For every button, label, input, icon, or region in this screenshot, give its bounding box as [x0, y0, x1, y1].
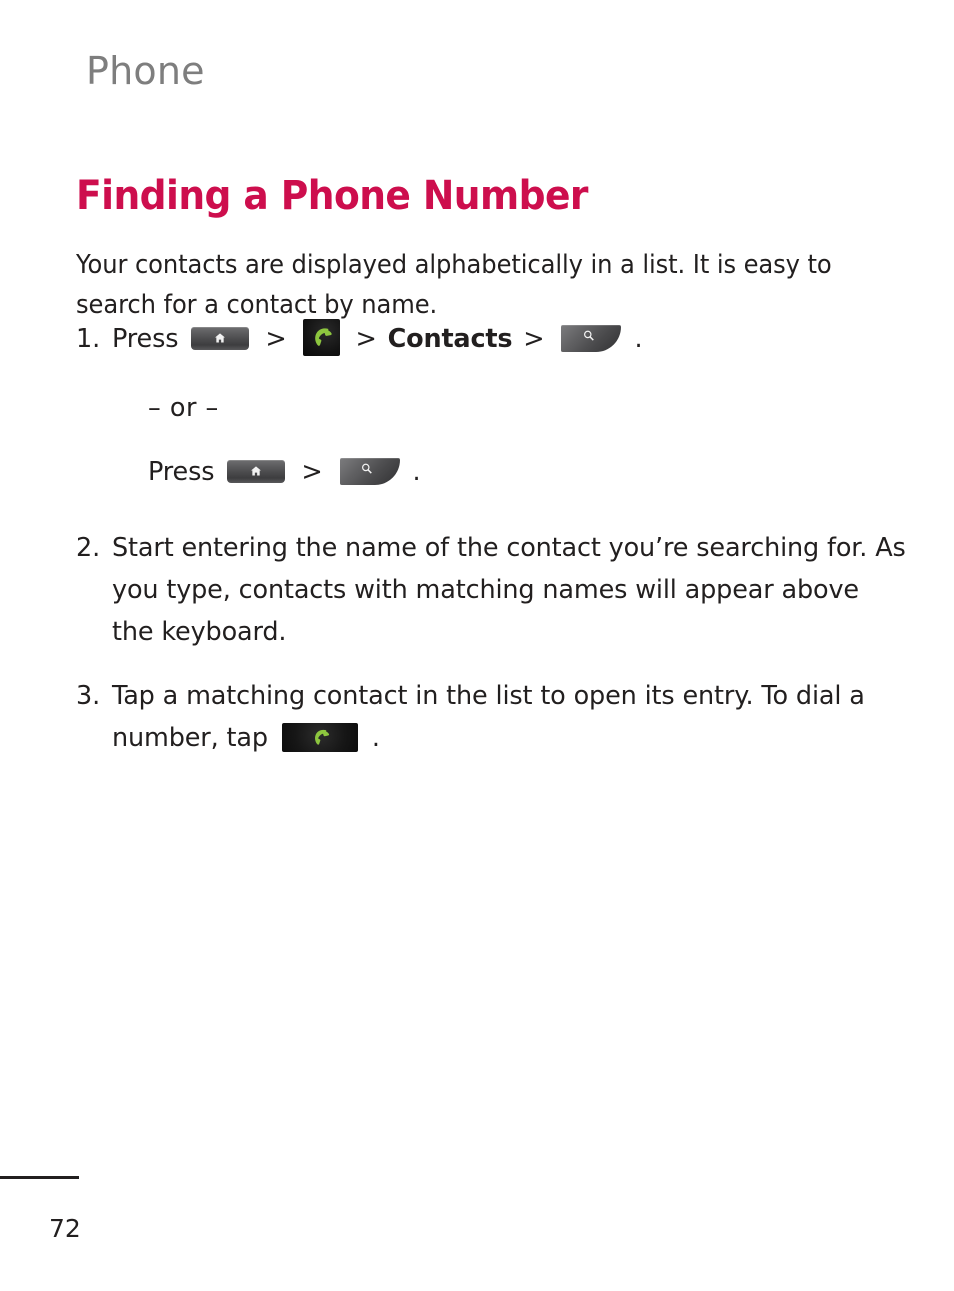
page-title: Finding a Phone Number	[76, 172, 588, 219]
step-1-separator-3: >	[523, 324, 545, 354]
search-key-icon[interactable]	[339, 457, 400, 485]
step-3-text: Tap a matching contact in the list to op…	[112, 681, 865, 753]
step-3-trailing-period: .	[371, 723, 380, 753]
magnifier-glyph-icon	[362, 464, 372, 475]
step-3-body: Tap a matching contact in the list to op…	[112, 675, 906, 759]
step-3-marker: 3.	[76, 681, 101, 711]
step-1-separator-2: >	[355, 324, 377, 354]
step-1-alternative: – or – Press > .	[112, 387, 906, 493]
step-2-marker: 2.	[76, 533, 101, 563]
step-1-marker: 1.	[76, 324, 101, 354]
home-key-icon[interactable]	[227, 459, 286, 483]
intro-paragraph: Your contacts are displayed alphabetical…	[76, 249, 832, 320]
step-1-trailing-period: .	[634, 324, 643, 354]
alternative-press-line: Press > .	[148, 451, 906, 493]
step-3: 3. Tap a matching contact in the list to…	[76, 675, 906, 759]
step-2-text: Start entering the name of the contact y…	[112, 533, 906, 647]
phone-dial-icon[interactable]	[281, 722, 358, 752]
alternative-separator: >	[301, 457, 323, 487]
search-key-icon[interactable]	[561, 324, 622, 352]
step-1-line: Press > > Contacts > .	[112, 318, 906, 361]
magnifier-glyph-icon	[584, 331, 594, 342]
phone-app-icon[interactable]	[302, 319, 340, 356]
alternative-lead-text: Press	[148, 457, 215, 487]
page-number: 72	[49, 1214, 81, 1243]
step-1-separator-1: >	[265, 324, 287, 354]
step-1: 1. Press > > Contacts > . – or – Press >…	[76, 318, 906, 493]
step-2: 2. Start entering the name of the contac…	[76, 527, 906, 653]
manual-page: Phone Finding a Phone Number Your contac…	[0, 0, 954, 1291]
footer-rule	[0, 1176, 79, 1179]
phone-handset-glyph-icon	[315, 327, 332, 346]
home-glyph-icon	[215, 333, 226, 343]
or-divider-label: – or –	[148, 393, 219, 423]
alternative-trailing-period: .	[412, 457, 421, 487]
step-1-lead-text: Press	[112, 324, 179, 354]
home-key-icon[interactable]	[191, 326, 250, 350]
running-header: Phone	[86, 49, 205, 93]
contacts-menu-label[interactable]: Contacts	[388, 324, 513, 354]
home-glyph-icon	[251, 466, 262, 476]
instruction-steps: 1. Press > > Contacts > . – or – Press >…	[76, 318, 906, 773]
phone-handset-glyph-icon	[314, 729, 329, 745]
